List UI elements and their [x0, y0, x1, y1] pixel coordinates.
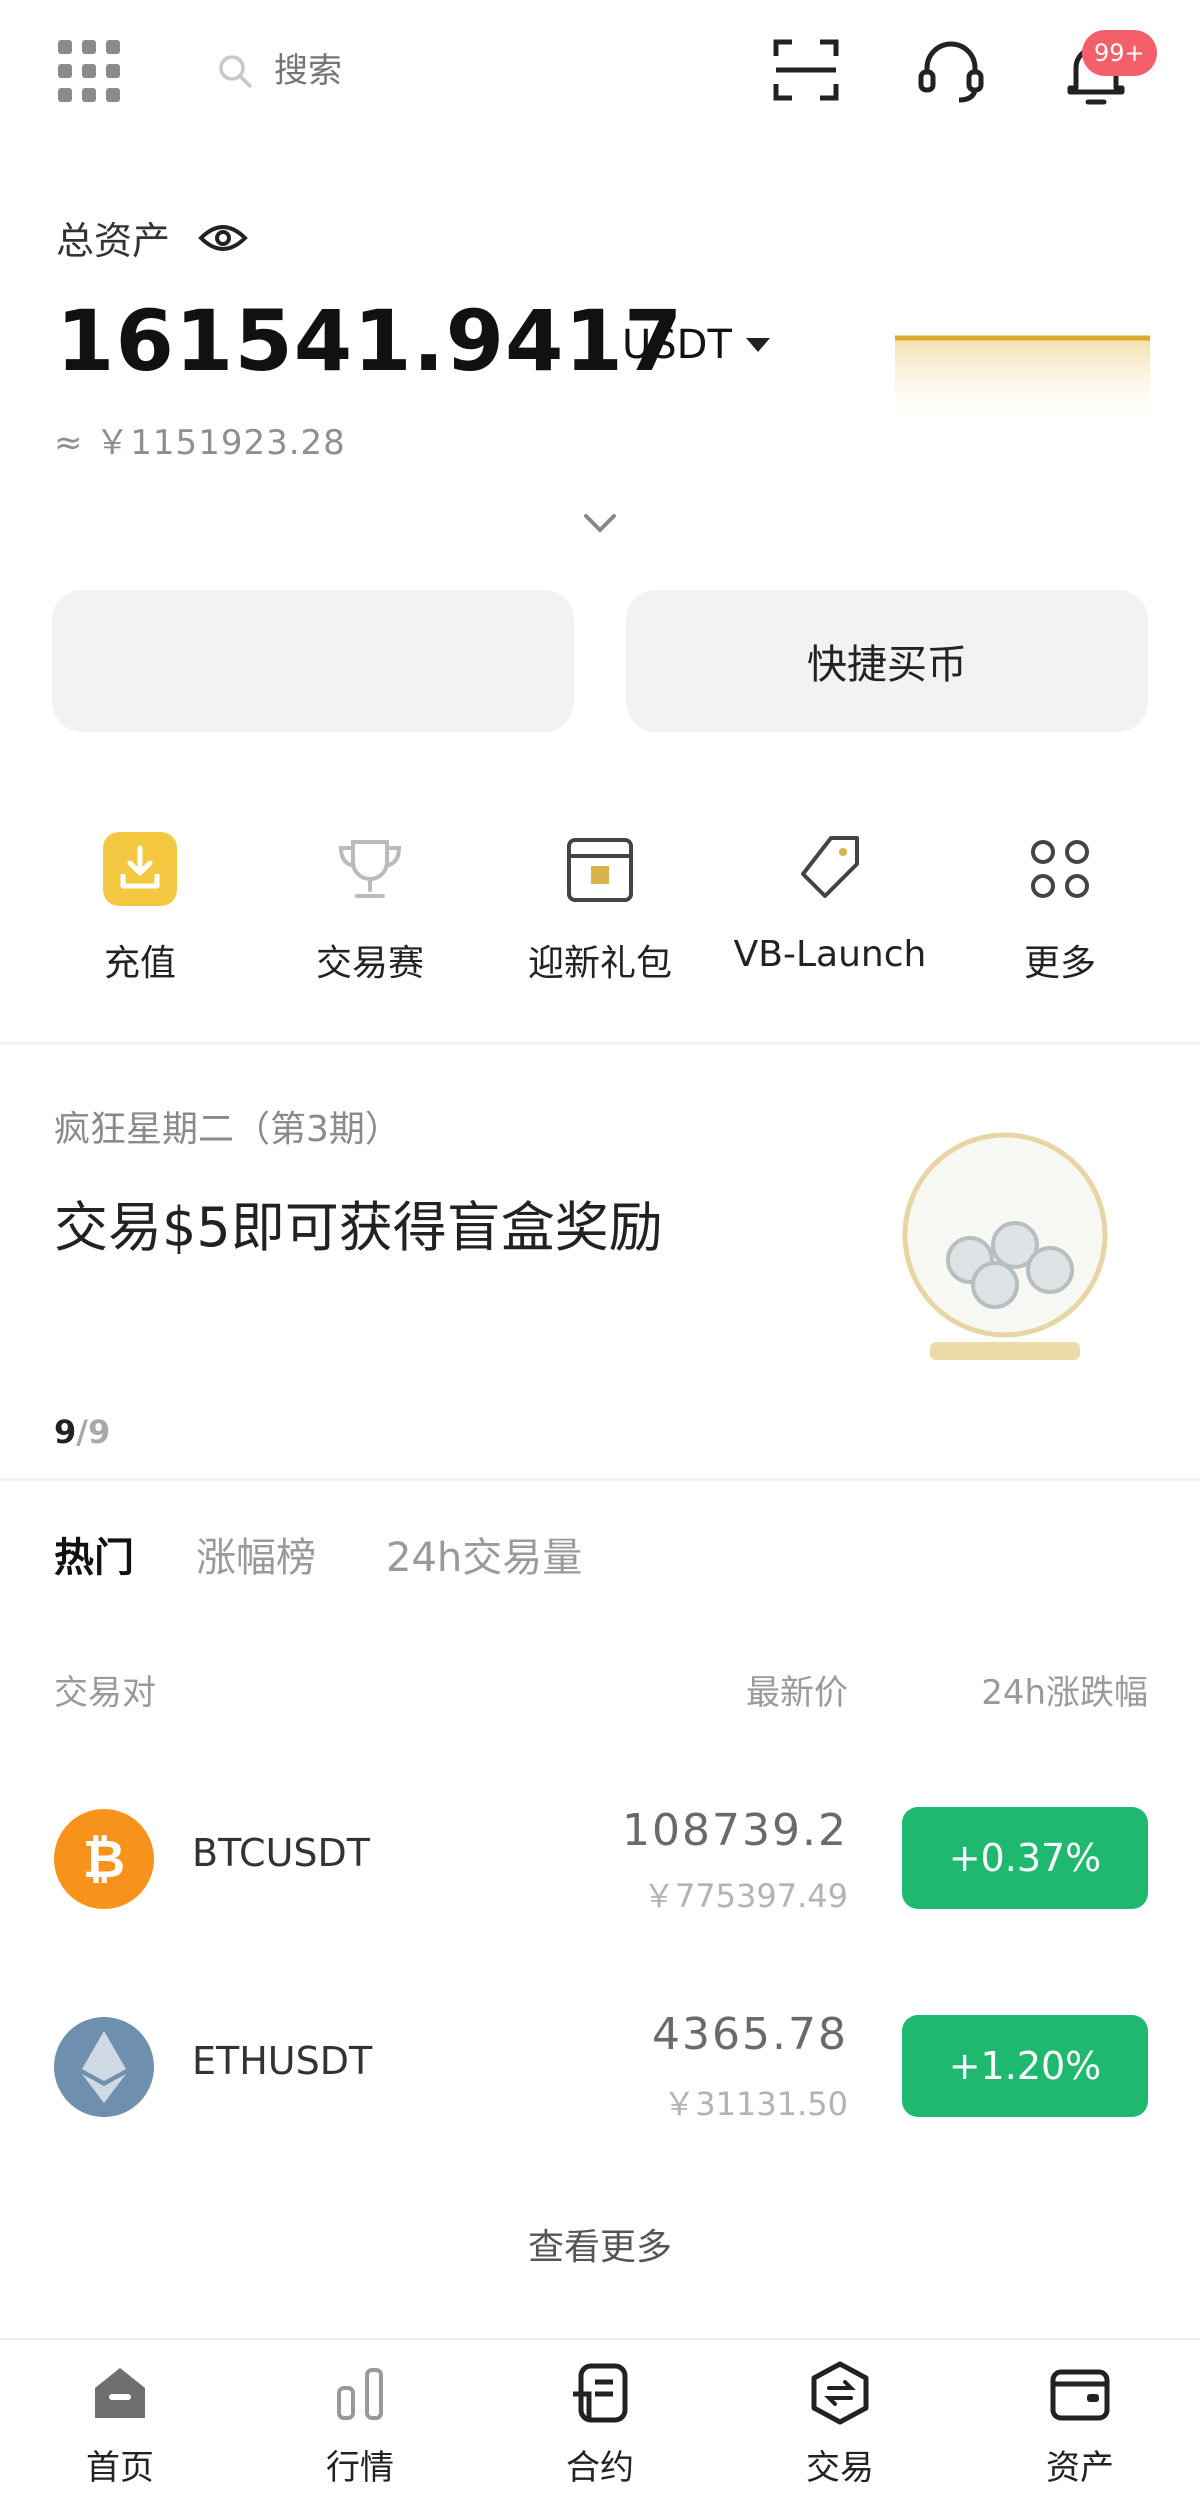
action-button-left[interactable] — [52, 590, 574, 732]
notification-badge: 99+ — [1082, 30, 1157, 76]
bottom-navigation: 首页 行情 合约 交易 资产 — [0, 2338, 1200, 2500]
currency-unit: USDT — [622, 322, 732, 368]
top-bar: 99+ — [0, 0, 1200, 150]
last-price-cny: ￥775397.49 — [642, 1877, 848, 1915]
mystery-box-image — [902, 1132, 1108, 1360]
search-input[interactable] — [274, 51, 654, 91]
last-price: 108739.2 — [622, 1805, 848, 1856]
wallet-icon — [1050, 2369, 1110, 2421]
app-menu-icon[interactable] — [58, 40, 120, 102]
nav-contract[interactable]: 合约 — [520, 2360, 680, 2489]
market-icon — [337, 2368, 383, 2420]
more-grid-icon — [1031, 840, 1089, 898]
shortcut-welcome-gift[interactable]: 迎新礼包 — [500, 830, 700, 986]
nav-label: 交易 — [806, 2448, 874, 2488]
caret-down-icon — [745, 338, 770, 352]
change-badge[interactable]: +1.20% — [902, 2015, 1148, 2117]
pair-name: ETHUSDT — [192, 2039, 373, 2083]
customer-service-icon[interactable] — [915, 36, 987, 108]
nav-label: 首页 — [86, 2448, 154, 2488]
shortcut-label: 充值 — [103, 943, 176, 984]
shortcut-label: VB-Launch — [733, 934, 927, 975]
trophy-icon — [338, 840, 402, 898]
market-row[interactable]: ₿ BTCUSDT 108739.2 ￥775397.49 +0.37% — [0, 1775, 1200, 1945]
change-badge[interactable]: +0.37% — [902, 1807, 1148, 1909]
svg-text:₿: ₿ — [83, 1830, 125, 1890]
banner-title[interactable]: 交易$5即可获得盲盒奖励 — [54, 1183, 663, 1262]
banner-page-current: 9 — [54, 1413, 77, 1451]
shortcut-launch[interactable]: VB-Launch — [730, 830, 930, 975]
tab-gainers[interactable]: 涨幅榜 — [196, 1525, 316, 1583]
banner-pagination: 9/9 — [54, 1413, 110, 1451]
trade-icon — [811, 2361, 869, 2425]
nav-label: 资产 — [1046, 2448, 1114, 2488]
last-price-cny: ￥31131.50 — [663, 2085, 848, 2123]
shortcut-more[interactable]: 更多 — [960, 830, 1160, 986]
eye-icon[interactable] — [198, 220, 248, 256]
column-header-price: 最新价 — [746, 1673, 848, 1713]
scan-icon[interactable] — [770, 34, 842, 106]
nav-label: 合约 — [566, 2448, 634, 2488]
contract-icon — [573, 2363, 628, 2423]
column-header-pair: 交易对 — [54, 1673, 156, 1713]
total-assets-value: 161541.9417 — [56, 292, 684, 390]
shortcut-competition[interactable]: 交易赛 — [270, 830, 470, 986]
banner-page-total: /9 — [76, 1413, 111, 1451]
search-icon — [219, 55, 252, 88]
chevron-down-icon[interactable] — [580, 508, 620, 538]
nav-home[interactable]: 首页 — [40, 2360, 200, 2489]
nav-trade[interactable]: 交易 — [760, 2360, 920, 2489]
section-divider — [0, 1042, 1200, 1045]
total-assets-header: 总资产 — [56, 210, 248, 265]
currency-selector[interactable]: USDT — [622, 322, 770, 368]
total-assets-label: 总资产 — [56, 219, 171, 263]
shortcut-label: 迎新礼包 — [527, 943, 672, 984]
shortcut-label: 交易赛 — [315, 943, 424, 984]
quick-buy-button[interactable]: 快捷买币 — [626, 590, 1148, 732]
tab-24h-volume[interactable]: 24h交易量 — [386, 1525, 582, 1583]
nav-label: 行情 — [326, 2448, 394, 2488]
deposit-icon — [103, 832, 177, 906]
shortcut-deposit[interactable]: 充值 — [40, 830, 240, 986]
view-more-link[interactable]: 查看更多 — [0, 2218, 1200, 2270]
assets-trend-sparkline — [895, 335, 1150, 430]
bitcoin-icon: ₿ — [54, 1809, 154, 1909]
section-divider — [0, 1478, 1200, 1481]
banner-subtitle: 疯狂星期二（第3期） — [54, 1109, 401, 1150]
column-header-change: 24h涨跌幅 — [981, 1673, 1148, 1713]
launch-icon — [801, 836, 859, 898]
market-row[interactable]: ETHUSDT 4365.78 ￥31131.50 +1.20% — [0, 1985, 1200, 2155]
ethereum-icon — [54, 2017, 154, 2117]
gift-icon — [567, 838, 633, 902]
shortcut-label: 更多 — [1023, 943, 1096, 984]
nav-market[interactable]: 行情 — [280, 2360, 440, 2489]
tab-hot[interactable]: 热门 — [54, 1525, 134, 1583]
pair-name: BTCUSDT — [192, 1831, 370, 1875]
nav-assets[interactable]: 资产 — [1000, 2360, 1160, 2489]
total-assets-cny: ≈ ￥1151923.28 — [54, 423, 346, 463]
home-icon — [95, 2368, 145, 2418]
search-bar[interactable] — [196, 28, 716, 114]
last-price: 4365.78 — [652, 2009, 848, 2060]
